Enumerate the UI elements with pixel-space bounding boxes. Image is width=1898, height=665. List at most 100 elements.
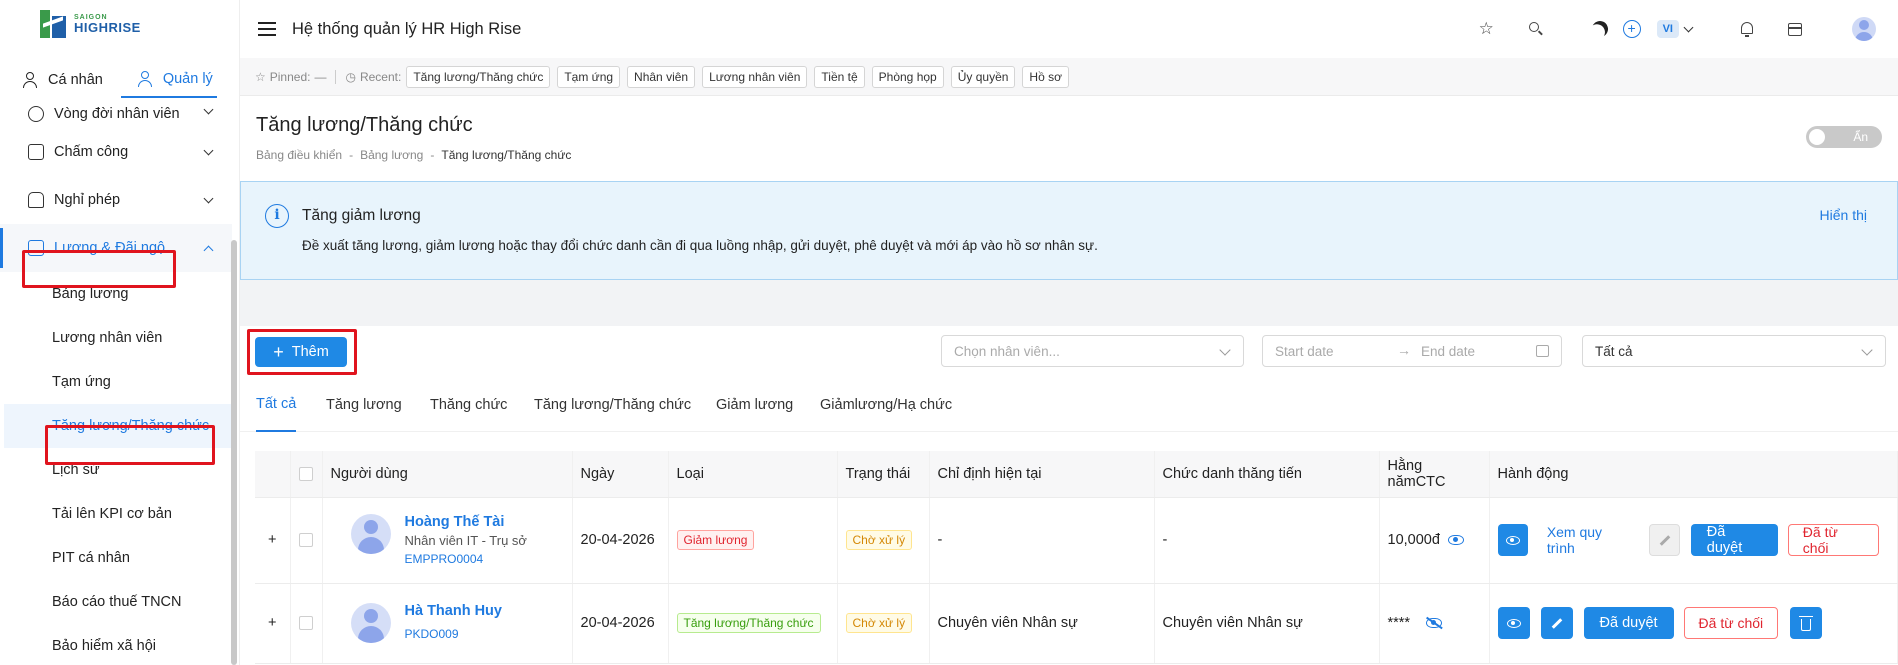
recent-chip[interactable]: Nhân viên (627, 65, 696, 88)
select-all-header (290, 451, 323, 498)
recent-chip[interactable]: Tăng lương/Thăng chức (406, 65, 551, 88)
table-row: + Hà Thanh Huy PKDO009 20-04-2026 Tăng l… (255, 583, 1898, 664)
show-link[interactable]: Hiển thị (1820, 207, 1867, 223)
mode-tab-personal[interactable]: Cá nhân (0, 62, 103, 98)
employee-select[interactable]: Chọn nhân viên... (941, 335, 1244, 367)
trash-icon (1799, 615, 1814, 631)
status-cell: Chờ xử lý (837, 583, 930, 664)
ctc-cell: **** (1379, 583, 1490, 664)
eye-icon[interactable] (1447, 535, 1464, 546)
col-annual-ctc[interactable]: Hằng nămCTC (1379, 451, 1490, 498)
start-date-field[interactable]: Start date (1275, 344, 1334, 359)
view-flow-link[interactable]: Xem quy trình (1547, 524, 1630, 556)
user-avatar[interactable] (1852, 17, 1876, 41)
sidebar-subitem-pit[interactable]: PIT cá nhân (0, 536, 232, 580)
expand-header (255, 451, 291, 498)
edit-button[interactable] (1540, 607, 1573, 639)
page-header: Tăng lương/Thăng chức Bảng điều khiển - Bả… (240, 96, 1898, 180)
calendar-icon[interactable] (1786, 20, 1804, 38)
breadcrumb-item[interactable]: Bảng lương (360, 148, 423, 162)
expand-row-icon[interactable]: + (255, 497, 291, 584)
breadcrumb: Bảng điều khiển - Bảng lương - Tăng lương/Th… (256, 148, 572, 162)
col-current-title[interactable]: Chỉ định hiện tại (929, 451, 1155, 498)
col-status[interactable]: Trạng thái (837, 451, 930, 498)
user-code[interactable]: EMPPRO0004 (331, 552, 564, 566)
sidebar-scrollbar[interactable] (231, 240, 237, 665)
chevron-up-icon (203, 245, 214, 256)
menu-icon[interactable] (258, 22, 276, 36)
sidebar-item-leave[interactable]: Nghỉ phép (0, 176, 232, 224)
expand-row-icon[interactable]: + (255, 583, 291, 664)
reject-button[interactable]: Đã từ chối (1683, 607, 1779, 639)
delete-button[interactable] (1790, 607, 1823, 639)
mode-tab-manager[interactable]: Quản lý (120, 62, 217, 98)
approve-button[interactable]: Đã duyệt (1690, 524, 1778, 556)
tab-promotion[interactable]: Thăng chức (430, 378, 507, 432)
col-type[interactable]: Loại (668, 451, 838, 498)
sidebar-item-employee-lifecycle[interactable]: Vòng đời nhân viên (0, 100, 232, 128)
sidebar-item-label: Nghỉ phép (54, 192, 121, 208)
col-user[interactable]: Người dùng (322, 451, 573, 498)
bell-icon[interactable] (1738, 20, 1756, 38)
sidebar-subitem-kpi-upload[interactable]: Tải lên KPI cơ bản (0, 492, 232, 536)
view-button[interactable] (1497, 524, 1528, 556)
eye-off-icon[interactable] (1426, 618, 1443, 629)
recent-chip[interactable]: Tạm ứng (557, 65, 621, 88)
chevron-down-icon[interactable] (1683, 22, 1694, 32)
tab-salary-cut[interactable]: Giảm lương (716, 378, 793, 432)
select-all-checkbox[interactable] (298, 466, 313, 481)
sidebar-subitem-social-insurance[interactable]: Bảo hiểm xã hội (0, 624, 232, 665)
language-badge[interactable]: VI (1656, 20, 1679, 38)
row-checkbox[interactable] (298, 616, 313, 631)
add-button[interactable]: + Thêm (255, 337, 347, 367)
end-date-field[interactable]: End date (1421, 344, 1475, 359)
breadcrumb-item[interactable]: Bảng điều khiển (256, 148, 342, 162)
sidebar-subitem-raise-promotion[interactable]: Tăng lương/Thăng chức (4, 404, 232, 448)
recent-chip[interactable]: Hồ sơ (1022, 65, 1069, 88)
row-select (290, 497, 323, 584)
col-promoted-title[interactable]: Chức danh thăng tiến (1154, 451, 1380, 498)
company-logo[interactable]: SAIGON HIGHRISE (40, 8, 141, 40)
tab-raise[interactable]: Tăng lương (326, 378, 402, 432)
moon-icon[interactable] (1591, 20, 1609, 38)
star-icon[interactable]: ☆ (1479, 20, 1497, 38)
status-select-value: Tất cả (1595, 343, 1633, 359)
hide-toggle[interactable]: Ẩn (1806, 126, 1882, 148)
sidebar-subitem-advance[interactable]: Tạm ứng (0, 360, 232, 404)
filter-toolbar: + Thêm Chọn nhân viên... Start date → En… (240, 326, 1898, 378)
row-checkbox[interactable] (298, 533, 313, 548)
tab-cut-demotion[interactable]: Giảmlương/Hạ chức (820, 378, 952, 432)
clock-icon: ◷ (345, 69, 356, 84)
view-button[interactable] (1497, 607, 1530, 639)
sidebar-subitem-pit-report[interactable]: Báo cáo thuế TNCN (0, 580, 232, 624)
actions-cell: Xem quy trình Đã duyệt Đã từ chối (1489, 497, 1898, 584)
search-icon[interactable] (1527, 20, 1545, 38)
sidebar-item-attendance[interactable]: Chấm công (0, 128, 232, 176)
recent-chip[interactable]: Lương nhân viên (702, 65, 808, 88)
add-button-label: Thêm (291, 344, 329, 360)
add-circle-icon[interactable]: + (1622, 20, 1641, 38)
reject-button[interactable]: Đã từ chối (1787, 524, 1879, 556)
col-date[interactable]: Ngày (572, 451, 669, 498)
recent-chip[interactable]: Phòng họp (871, 65, 944, 88)
date-range-picker[interactable]: Start date → End date (1262, 335, 1562, 367)
tab-all[interactable]: Tất cả (256, 378, 297, 432)
recent-chip[interactable]: Tiền tệ (814, 65, 865, 88)
pinned-label: Pinned: (269, 69, 311, 84)
car-icon (28, 192, 44, 208)
current-title-cell: - (929, 497, 1155, 584)
sidebar-subitem-payroll[interactable]: Bảng lương (0, 272, 232, 316)
user-avatar (350, 514, 391, 554)
eye-icon (1505, 535, 1520, 545)
plus-icon: + (273, 342, 284, 362)
sidebar-subitem-history[interactable]: Lịch sử (0, 448, 232, 492)
promoted-title-cell: - (1154, 497, 1380, 584)
sidebar-subitem-employee-salary[interactable]: Lương nhân viên (0, 316, 232, 360)
approve-button[interactable]: Đã duyệt (1583, 607, 1674, 639)
table-container: Người dùng Ngày Loại Trạng thái Chỉ định… (240, 432, 1898, 665)
recent-chip[interactable]: Ủy quyền (950, 65, 1016, 88)
type-badge: Giảm lương (676, 530, 755, 550)
status-select[interactable]: Tất cả (1582, 335, 1886, 367)
tab-raise-promotion[interactable]: Tăng lương/Thăng chức (534, 378, 691, 432)
sidebar-item-payroll-benefits[interactable]: Lương & Đãi ngộ (0, 224, 232, 272)
